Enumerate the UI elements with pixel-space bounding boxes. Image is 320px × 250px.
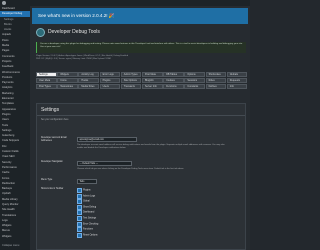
tab[interactable]: Plugins [99,78,121,83]
toolbar-link-option[interactable]: Show Debug [77,204,97,210]
tab[interactable]: Server Info [142,84,163,89]
settings-subheading: Set your configuration here [41,119,69,121]
checkbox-label: Reset Options [83,234,98,237]
tab[interactable]: Widgets [57,72,78,77]
email-label: Developer account Email Addresses [41,137,67,142]
tab[interactable]: Options [184,72,205,77]
toolbar-link-option[interactable]: Reset Options [77,232,98,238]
divider [37,115,245,116]
email-field[interactable]: apocalypse@email.com [77,137,137,142]
tab[interactable]: Roles [205,78,227,83]
toolbar-link-option[interactable]: Dashboard [77,210,95,216]
tab[interactable]: Sessions [184,78,205,83]
collapse-menu-button[interactable]: Collapse menu [2,244,19,247]
checkbox-label: Error Checking [83,223,99,226]
tab[interactable]: Functions [163,84,184,89]
whats-new-banner: See what's new in version 2.0.4.2! 🎉 [32,8,248,24]
checkbox-label: Global [83,200,90,203]
settings-panel: Settings Set your configuration here Dev… [36,103,246,250]
tab[interactable]: Taxonomies [57,84,78,89]
tab[interactable]: Activity Log [78,72,99,77]
toolbar-link-option[interactable]: Global [77,199,90,205]
checkbox[interactable] [77,199,82,205]
navigation-select[interactable]: — Default Tabs — [77,161,132,166]
checkbox[interactable] [77,204,82,210]
tab[interactable]: Post Meta [142,72,163,77]
main-content: See what's new in version 2.0.4.2! 🎉 Dev… [30,6,250,250]
settings-heading: Settings [41,107,60,113]
toolbar-links-label: Show Links in Toolbar [41,188,64,190]
tab[interactable]: Hooks [78,78,99,83]
plugin-meta: Plugin Version: 2.0.4.2 | Author: Apocal… [36,55,246,61]
plugin-header: Developer Debug Tools [32,28,248,38]
navigation-description: Choose which tab you see when clicking o… [77,168,185,170]
tab[interactable]: Post Types [36,84,57,89]
checkbox-label: Test Settings [83,217,97,220]
tab[interactable]: Transients [120,84,142,89]
navigation-label: Developer Navigation [41,161,63,163]
tab[interactable]: User Meta [36,78,57,83]
meta-line-2: PHP: 8.2 | MySQL: 8.0 | Server: nginx | … [36,57,111,60]
checkbox[interactable] [77,210,82,216]
tab[interactable]: Media Sizes [78,84,99,89]
menu-type-label: Menu Type [41,179,53,181]
tab[interactable]: Site Options [120,78,142,83]
toolbar-link-option[interactable]: Test Settings [77,216,97,221]
tab[interactable]: Requests [226,78,248,83]
tab[interactable]: Users [99,84,121,89]
tab[interactable]: Bloginfo [142,78,163,83]
email-description: The developer account email address will… [77,144,225,149]
tab[interactable]: Crons [57,78,78,83]
menu-type-select[interactable]: Tabs [77,179,97,184]
toolbar-link-option[interactable]: Plugins [77,188,91,193]
checkbox-label: Show Debug [83,206,97,209]
checkbox[interactable] [77,216,82,221]
tab[interactable]: Constants [184,84,205,89]
developer-notice: You are a developer using this plugin fo… [36,42,246,53]
tab[interactable]: DB Tables [163,72,184,77]
tab[interactable]: Cookies [163,78,184,83]
checkbox-label: Admin Logs [83,195,96,198]
tab[interactable]: Globals [226,72,248,77]
plugin-title: Developer Debug Tools [48,29,100,35]
checkbox-label: Plugins [83,189,91,192]
admin-sidebar: Dashboard Developer Debug Settings Blocks Ho… [0,6,30,250]
checkbox[interactable] [77,193,82,199]
tab[interactable]: Defines [205,84,227,89]
plugin-logo-icon [36,28,45,37]
checkbox[interactable] [77,227,82,233]
checkbox-label: Functions [83,228,93,231]
sidebar-menu: Dashboard Developer Debug Settings Blocks Ho… [0,6,30,239]
wordpress-icon[interactable] [2,1,6,5]
tab[interactable]: Info [226,84,248,89]
whats-new-title: See what's new in version 2.0.4.2! 🎉 [38,13,115,18]
toolbar-link-option[interactable]: Error Checking [77,221,99,227]
checkbox[interactable] [77,188,82,193]
tab[interactable]: Settings [36,72,57,77]
checkbox[interactable] [77,221,82,227]
toolbar-link-option[interactable]: Functions [77,227,93,233]
toolbar-link-option[interactable]: Admin Logs [77,193,96,199]
checkbox-label: Dashboard [83,211,95,214]
tab[interactable]: Error Logs [99,72,121,77]
tab[interactable]: Shortcodes [205,72,227,77]
checkbox[interactable] [77,232,82,238]
notice-text: You are a developer using this plugin fo… [40,43,243,48]
tab[interactable]: Admin Types [120,72,142,77]
sidebar-item[interactable]: Widgets [0,234,30,239]
